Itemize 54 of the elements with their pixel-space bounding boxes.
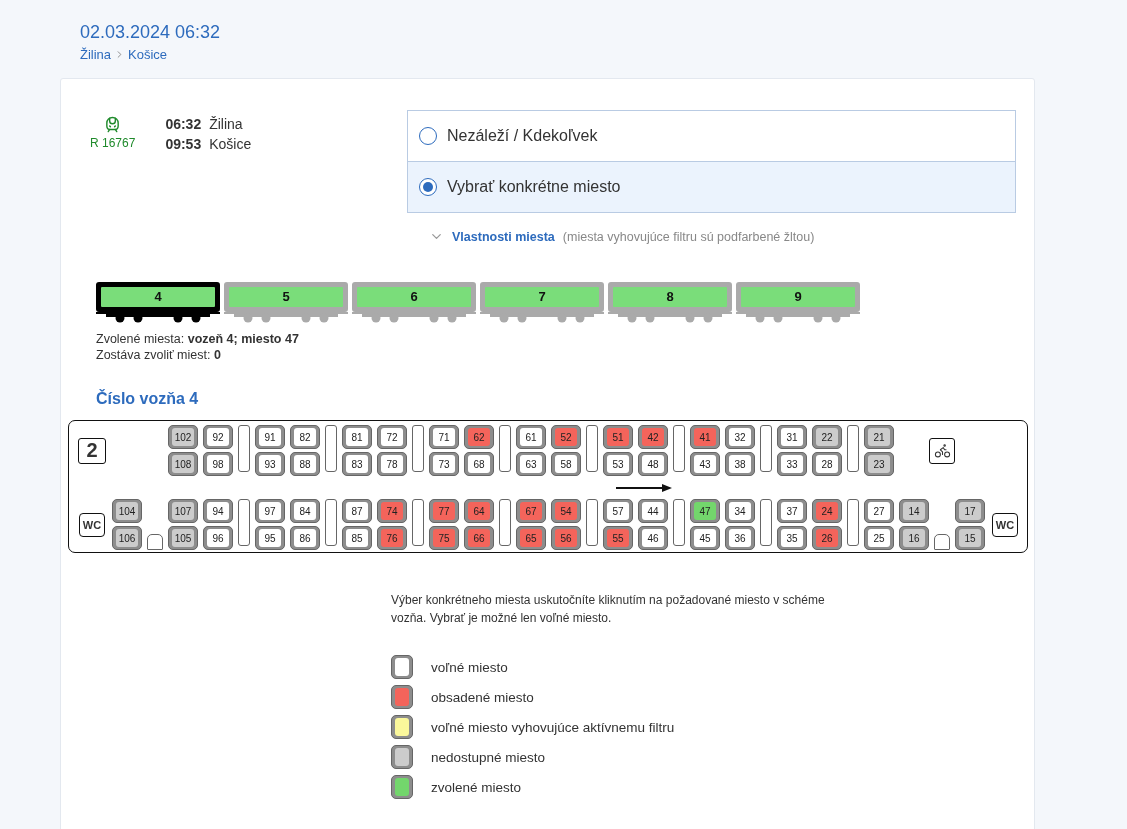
- table: [499, 425, 511, 472]
- departure-time: 06:32: [165, 116, 202, 132]
- step: [934, 534, 950, 550]
- page-title: 02.03.2024 06:32: [80, 22, 222, 43]
- selected-seats-text: Zvolené miesta: vozeň 4; miesto 47: [96, 331, 300, 347]
- table: [673, 425, 685, 472]
- seat-option[interactable]: Vybrať konkrétne miesto: [408, 161, 1015, 212]
- remaining-seats-text: Zostáva zvoliť miest: 0: [96, 347, 222, 363]
- option-label: Vybrať konkrétne miesto: [447, 178, 621, 196]
- table: [760, 425, 772, 472]
- departure-time: 09:53: [165, 136, 202, 152]
- route-link[interactable]: Žilina: [80, 47, 112, 62]
- station-name: Žilina: [209, 116, 243, 132]
- wheels-icon: [736, 312, 860, 323]
- table: [673, 499, 685, 546]
- table: [586, 499, 598, 546]
- table: [412, 425, 424, 472]
- filter-note: (miesta vyhovujúce filtru sú podfarbené žltou): [562, 229, 815, 244]
- table: [847, 499, 859, 546]
- wheels-icon: [96, 312, 220, 323]
- table: [238, 499, 250, 546]
- route-link[interactable]: Košice: [128, 47, 168, 62]
- wheels-icon: [224, 312, 348, 323]
- table: [847, 425, 859, 472]
- table: [325, 425, 337, 472]
- table: [586, 425, 598, 472]
- step: [147, 534, 163, 550]
- table: [325, 499, 337, 546]
- wheels-icon: [608, 312, 732, 323]
- seat-properties-link[interactable]: Vlastnosti miesta: [452, 229, 555, 244]
- station-name: Košice: [209, 136, 252, 152]
- instructions-text: Výber konkrétneho miesta uskutočníte kliknutím na požadované miesto v schéme vozňa. Vybrať je možné len voľné miesto.: [391, 592, 826, 627]
- direction-arrow-icon: [616, 483, 672, 492]
- toilet-label: WC: [992, 512, 1018, 537]
- legend-label: voľné miesto: [431, 659, 508, 675]
- wheels-icon: [480, 312, 604, 323]
- legend-label: zvolené miesto: [431, 779, 522, 795]
- train-number: R 16767: [90, 136, 136, 150]
- option-label: Nezáleží / Kdekoľvek: [447, 127, 598, 145]
- radio-button[interactable]: [419, 178, 437, 196]
- legend-label: obsadené miesto: [431, 689, 534, 705]
- table: [412, 499, 424, 546]
- bicycle-icon: [929, 437, 955, 464]
- radio-button[interactable]: [419, 127, 437, 145]
- legend-label: voľné miesto vyhovujúce aktívnemu filtru: [431, 719, 675, 735]
- table: [238, 425, 250, 472]
- toilet-label: WC: [79, 512, 105, 537]
- table: [760, 499, 772, 546]
- class-number: 2: [78, 437, 106, 464]
- train-icon: [104, 116, 122, 133]
- table: [499, 499, 511, 546]
- legend-label: nedostupné miesto: [431, 749, 546, 765]
- wheels-icon: [352, 312, 476, 323]
- coach-title: Číslo vozňa 4: [96, 390, 200, 408]
